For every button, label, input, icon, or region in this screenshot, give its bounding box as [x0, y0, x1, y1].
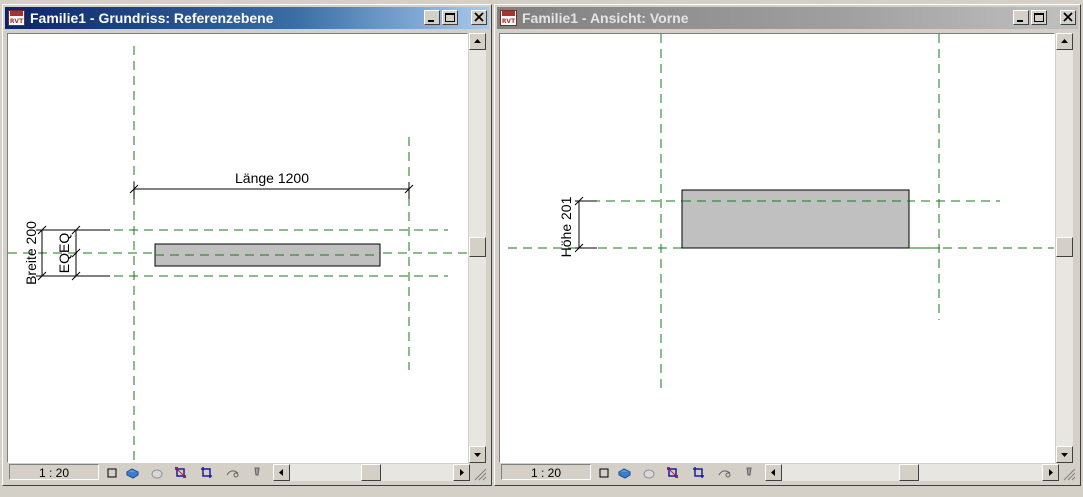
minimize-icon [1017, 20, 1023, 22]
drawing-canvas[interactable]: Höhe 201 [499, 33, 1055, 463]
arrow-down-icon [1061, 453, 1068, 457]
maximize-icon [1034, 13, 1044, 22]
resize-grip-icon[interactable] [471, 465, 487, 481]
close-button[interactable] [471, 10, 487, 25]
scroll-thumb[interactable] [1056, 237, 1073, 257]
temporary-hide-icon[interactable] [225, 465, 240, 480]
crop-view-icon[interactable] [665, 465, 680, 480]
view-control-bar: 1 : 20 [499, 463, 1076, 482]
height-label: Höhe 201 [558, 196, 574, 257]
crop-view-icon[interactable] [173, 465, 188, 480]
scroll-up-button[interactable] [469, 33, 486, 50]
scroll-down-button[interactable] [469, 446, 486, 463]
close-icon [474, 12, 484, 22]
close-button[interactable] [1060, 10, 1076, 25]
scroll-thumb[interactable] [899, 464, 919, 481]
view-scale[interactable]: 1 : 20 [501, 464, 591, 480]
scroll-thumb[interactable] [361, 464, 381, 481]
show-crop-icon[interactable] [199, 465, 214, 480]
arrow-right-icon [460, 469, 464, 476]
title-bar[interactable]: RVT Familie1 - Grundriss: Referenzebene [5, 7, 489, 29]
vertical-scrollbar[interactable] [1056, 33, 1073, 463]
scroll-up-button[interactable] [1056, 33, 1073, 50]
arrow-up-icon [474, 39, 481, 43]
maximize-button[interactable] [442, 10, 458, 25]
detail-level-icon[interactable] [597, 465, 612, 480]
revit-app-icon[interactable]: RVT [8, 10, 25, 26]
scroll-right-button[interactable] [453, 464, 470, 481]
resize-grip-icon[interactable] [1060, 465, 1076, 481]
elevation-drawing: Höhe 201 [508, 34, 1054, 389]
scroll-thumb[interactable] [469, 237, 486, 257]
height-dimension[interactable] [574, 196, 597, 253]
app-icon-label: RVT [501, 18, 516, 25]
elevation-view-window[interactable]: RVT Familie1 - Ansicht: Vorne Höhe 201 1… [494, 4, 1081, 486]
title-bar[interactable]: RVT Familie1 - Ansicht: Vorne [497, 7, 1078, 29]
shadows-icon[interactable] [641, 465, 656, 480]
window-title: Familie1 - Ansicht: Vorne [522, 10, 689, 26]
minimize-icon [428, 20, 434, 22]
shadows-icon[interactable] [149, 465, 164, 480]
scroll-down-button[interactable] [1056, 446, 1073, 463]
horizontal-scrollbar[interactable] [273, 464, 470, 481]
window-title: Familie1 - Grundriss: Referenzebene [30, 10, 274, 26]
drawing-canvas[interactable]: Länge 1200 Breite 200 EQEQ [7, 33, 468, 463]
eq-label: EQEQ [56, 233, 72, 274]
arrow-left-icon [279, 469, 283, 476]
app-icon-label: RVT [9, 18, 24, 25]
reveal-hidden-icon[interactable] [249, 465, 264, 480]
extrusion-element[interactable] [681, 189, 910, 249]
arrow-up-icon [1061, 39, 1068, 43]
maximize-icon [445, 13, 455, 22]
minimize-button[interactable] [424, 10, 440, 25]
model-graphics-icon[interactable] [125, 465, 140, 480]
reveal-hidden-icon[interactable] [741, 465, 756, 480]
show-crop-icon[interactable] [691, 465, 706, 480]
plan-view-window[interactable]: RVT Familie1 - Grundriss: Referenzebene [2, 4, 492, 486]
maximize-button[interactable] [1031, 10, 1047, 25]
length-label: Länge 1200 [235, 170, 309, 186]
model-graphics-icon[interactable] [617, 465, 632, 480]
temporary-hide-icon[interactable] [717, 465, 732, 480]
plan-drawing: Länge 1200 Breite 200 EQEQ [8, 46, 467, 462]
scroll-right-button[interactable] [1042, 464, 1059, 481]
detail-level-icon[interactable] [105, 465, 120, 480]
arrow-down-icon [474, 453, 481, 457]
arrow-right-icon [1049, 469, 1053, 476]
minimize-button[interactable] [1013, 10, 1029, 25]
horizontal-scrollbar[interactable] [765, 464, 1059, 481]
close-icon [1063, 12, 1073, 22]
scroll-left-button[interactable] [273, 464, 290, 481]
width-label: Breite 200 [23, 221, 39, 285]
arrow-left-icon [771, 469, 775, 476]
scroll-left-button[interactable] [765, 464, 782, 481]
revit-app-icon[interactable]: RVT [500, 10, 517, 26]
view-control-bar: 1 : 20 [7, 463, 487, 482]
view-scale[interactable]: 1 : 20 [9, 464, 99, 480]
vertical-scrollbar[interactable] [469, 33, 486, 463]
